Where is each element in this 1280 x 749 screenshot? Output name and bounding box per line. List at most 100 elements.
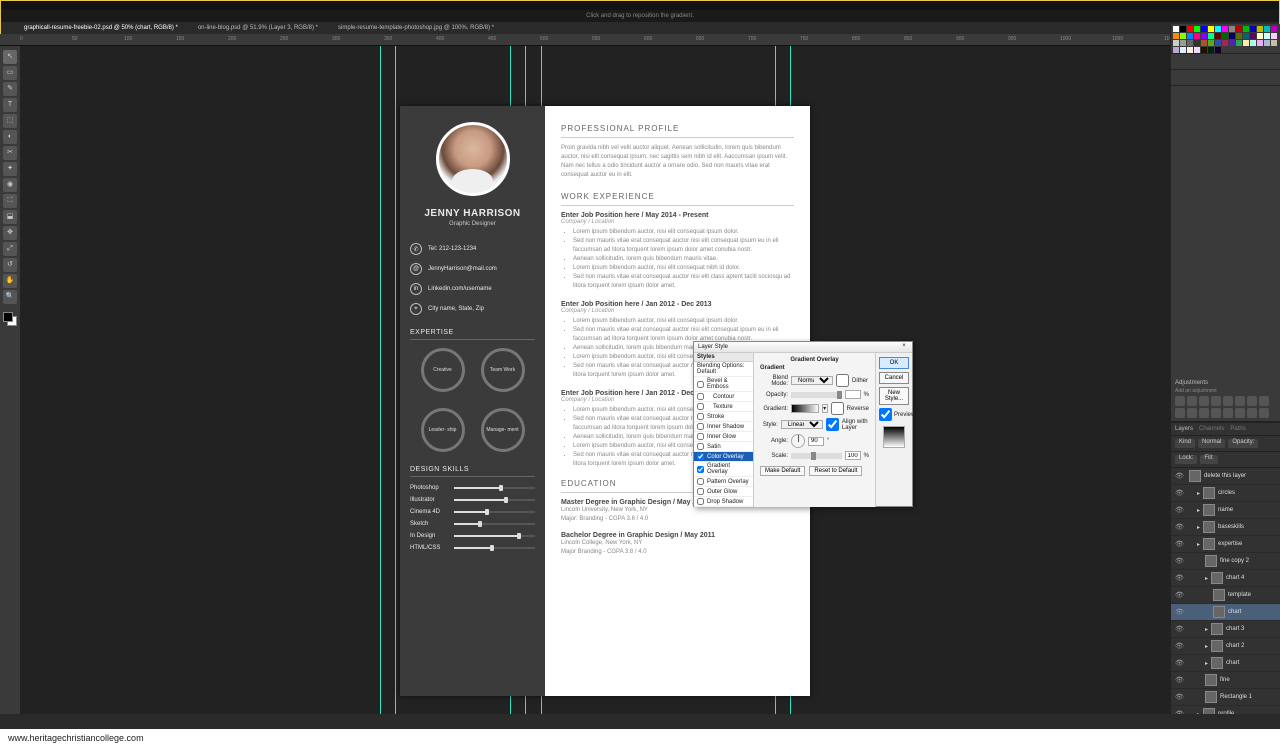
- style-checkbox[interactable]: [697, 478, 704, 485]
- swatch[interactable]: [1271, 40, 1277, 46]
- style-checkbox[interactable]: [697, 498, 704, 505]
- swatch[interactable]: [1194, 47, 1200, 53]
- layer-row[interactable]: 👁delete this layer: [1171, 468, 1280, 485]
- style-checkbox[interactable]: [697, 393, 704, 400]
- tool-button[interactable]: ✦: [3, 162, 17, 176]
- style-checkbox[interactable]: [697, 488, 704, 495]
- swatch[interactable]: [1187, 40, 1193, 46]
- layer-row[interactable]: 👁template: [1171, 587, 1280, 604]
- layers-tab[interactable]: Layers: [1175, 426, 1193, 432]
- adjustment-icon[interactable]: [1259, 396, 1269, 406]
- tool-button[interactable]: ⤢: [3, 242, 17, 256]
- scale-slider[interactable]: [791, 453, 842, 459]
- swatch[interactable]: [1194, 40, 1200, 46]
- visibility-icon[interactable]: 👁: [1175, 574, 1183, 582]
- tool-button[interactable]: ✂: [3, 146, 17, 160]
- style-list-item[interactable]: Drop Shadow: [694, 497, 753, 507]
- swatch[interactable]: [1229, 40, 1235, 46]
- cancel-button[interactable]: Cancel: [879, 372, 909, 384]
- tool-button[interactable]: ✋: [3, 274, 17, 288]
- adjustment-icon[interactable]: [1247, 396, 1257, 406]
- align-checkbox[interactable]: [826, 418, 839, 431]
- visibility-icon[interactable]: 👁: [1175, 472, 1183, 480]
- tool-button[interactable]: ▭: [3, 66, 17, 80]
- style-list-item[interactable]: Stroke: [694, 412, 753, 422]
- layer-row[interactable]: 👁▸baseskills: [1171, 519, 1280, 536]
- swatch[interactable]: [1173, 47, 1179, 53]
- dither-checkbox[interactable]: [836, 374, 849, 387]
- visibility-icon[interactable]: 👁: [1175, 642, 1183, 650]
- style-checkbox[interactable]: [697, 413, 704, 420]
- swatch[interactable]: [1250, 40, 1256, 46]
- guide-line[interactable]: [380, 46, 381, 714]
- style-checkbox[interactable]: [697, 403, 704, 410]
- swatch[interactable]: [1215, 33, 1221, 39]
- tool-button[interactable]: ✎: [3, 82, 17, 96]
- swatch[interactable]: [1243, 33, 1249, 39]
- adjustment-icon[interactable]: [1199, 408, 1209, 418]
- style-checkbox[interactable]: [697, 381, 704, 388]
- make-default-button[interactable]: Make Default: [760, 466, 805, 476]
- swatch[interactable]: [1173, 33, 1179, 39]
- app-menubar[interactable]: [0, 0, 1280, 10]
- swatch[interactable]: [1271, 26, 1277, 32]
- visibility-icon[interactable]: 👁: [1175, 591, 1183, 599]
- adjustment-icon[interactable]: [1235, 408, 1245, 418]
- adjustment-icon[interactable]: [1211, 408, 1221, 418]
- swatch[interactable]: [1187, 26, 1193, 32]
- fill-control[interactable]: Fill:: [1200, 455, 1217, 464]
- angle-input[interactable]: [808, 437, 824, 446]
- paths-tab[interactable]: Paths: [1230, 426, 1245, 432]
- swatch[interactable]: [1201, 40, 1207, 46]
- gradient-picker[interactable]: [791, 404, 819, 413]
- visibility-icon[interactable]: 👁: [1175, 693, 1183, 701]
- swatch[interactable]: [1250, 26, 1256, 32]
- adjustment-icon[interactable]: [1199, 396, 1209, 406]
- tool-button[interactable]: ✥: [3, 226, 17, 240]
- layer-row[interactable]: 👁▸chart: [1171, 655, 1280, 672]
- document-tab[interactable]: graphicall-resume-freebie-02.psd @ 50% (…: [24, 25, 178, 31]
- guide-line[interactable]: [395, 46, 396, 714]
- visibility-icon[interactable]: 👁: [1175, 625, 1183, 633]
- swatch[interactable]: [1257, 26, 1263, 32]
- layer-row[interactable]: 👁▸profile: [1171, 706, 1280, 714]
- swatch[interactable]: [1180, 26, 1186, 32]
- swatch[interactable]: [1236, 33, 1242, 39]
- swatch[interactable]: [1215, 47, 1221, 53]
- adjustment-icon[interactable]: [1175, 396, 1185, 406]
- swatch[interactable]: [1264, 26, 1270, 32]
- adjustment-icon[interactable]: [1235, 396, 1245, 406]
- swatch[interactable]: [1250, 33, 1256, 39]
- swatch[interactable]: [1243, 26, 1249, 32]
- ok-button[interactable]: OK: [879, 357, 909, 369]
- visibility-icon[interactable]: 👁: [1175, 523, 1183, 531]
- swatch[interactable]: [1222, 40, 1228, 46]
- tool-button[interactable]: ↺: [3, 258, 17, 272]
- swatch[interactable]: [1257, 40, 1263, 46]
- swatch[interactable]: [1222, 33, 1228, 39]
- style-list-item[interactable]: Outer Glow: [694, 487, 753, 497]
- opacity-control[interactable]: Opacity:: [1228, 439, 1258, 448]
- visibility-icon[interactable]: 👁: [1175, 676, 1183, 684]
- close-icon[interactable]: ×: [900, 343, 908, 351]
- reset-default-button[interactable]: Reset to Default: [809, 466, 862, 476]
- style-checkbox[interactable]: [697, 433, 704, 440]
- swatch[interactable]: [1201, 33, 1207, 39]
- tool-button[interactable]: ⬚: [3, 114, 17, 128]
- adjustment-icon[interactable]: [1211, 396, 1221, 406]
- style-list-item[interactable]: Contour: [694, 392, 753, 402]
- document-tab[interactable]: simple-resume-template-photoshop.jpg @ 1…: [338, 25, 494, 31]
- swatch[interactable]: [1187, 33, 1193, 39]
- style-list-item[interactable]: Texture: [694, 402, 753, 412]
- adjustment-icon[interactable]: [1259, 408, 1269, 418]
- style-list-item[interactable]: Inner Glow: [694, 432, 753, 442]
- adjustment-icon[interactable]: [1187, 408, 1197, 418]
- visibility-icon[interactable]: 👁: [1175, 506, 1183, 514]
- color-swatch[interactable]: [3, 312, 17, 326]
- layer-row[interactable]: 👁▸expertise: [1171, 536, 1280, 553]
- swatch[interactable]: [1180, 40, 1186, 46]
- swatch[interactable]: [1215, 26, 1221, 32]
- layer-row[interactable]: 👁▸chart 4: [1171, 570, 1280, 587]
- blending-options-row[interactable]: Blending Options: Default: [694, 362, 753, 377]
- style-list-item[interactable]: Satin: [694, 442, 753, 452]
